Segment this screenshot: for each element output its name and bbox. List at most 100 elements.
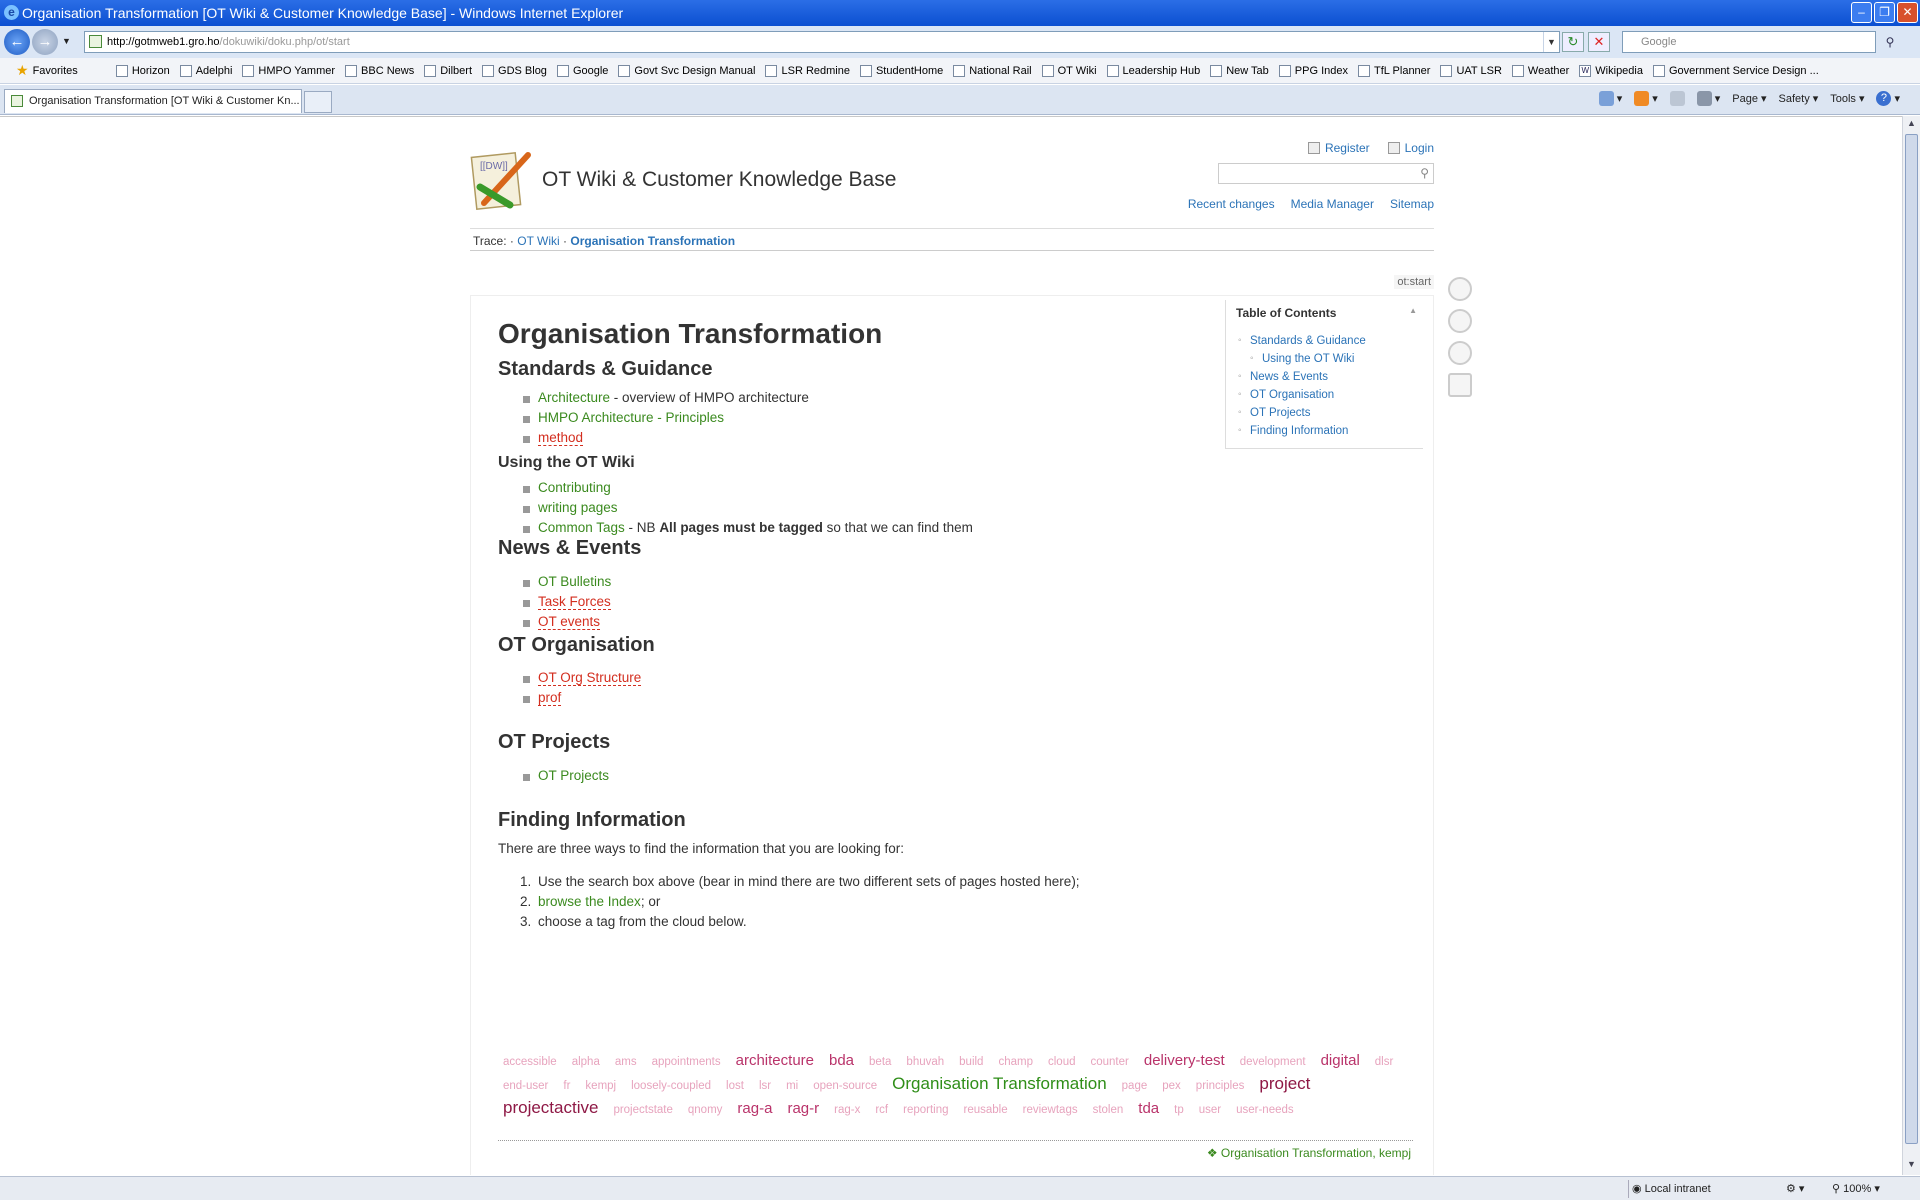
tag-link[interactable]: dlsr [1375,1051,1394,1073]
tag-link[interactable]: end-user [503,1075,548,1097]
fav-adelphi[interactable]: Adelphi [175,64,238,77]
forward-button[interactable]: → [32,29,58,55]
register-link[interactable]: Register [1307,141,1370,155]
tag-link[interactable]: counter [1091,1051,1129,1073]
toc-title[interactable]: Table of Contents [1236,306,1423,320]
tag-link[interactable]: project [1259,1073,1310,1095]
common-tags-link[interactable]: Common Tags [538,520,625,535]
tag-link[interactable]: principles [1196,1075,1245,1097]
fav-gsd[interactable]: Government Service Design ... [1648,64,1824,77]
zoom-button[interactable]: ⚲ 100% ▾ [1832,1181,1880,1197]
principles-link[interactable]: HMPO Architecture - Principles [538,410,724,425]
scroll-thumb[interactable] [1905,134,1918,1144]
wiki-search-input[interactable]: ⚲ [1218,163,1434,184]
fav-gds[interactable]: GDS Blog [477,64,552,77]
toc-item[interactable]: OT Projects [1236,404,1423,422]
search-input[interactable]: Google [1622,31,1876,53]
toc-item[interactable]: Finding Information [1236,422,1423,440]
backlinks-icon[interactable] [1448,341,1472,365]
ot-events-link[interactable]: OT events [538,614,601,630]
show-source-icon[interactable] [1448,277,1472,301]
fav-nationalrail[interactable]: National Rail [948,64,1036,77]
protected-mode-icon[interactable]: ⚙ ▾ [1786,1181,1804,1197]
page-tags-links[interactable]: Organisation Transformation, kempj [1221,1146,1411,1160]
tag-link[interactable]: tp [1174,1099,1184,1121]
fav-weather[interactable]: Weather [1507,64,1574,77]
print-button[interactable]: ▾ [1696,91,1720,106]
fav-google[interactable]: Google [552,64,613,77]
dokuwiki-logo-icon[interactable]: [[DW]] [470,147,536,211]
fav-newtab[interactable]: New Tab [1205,64,1274,77]
tag-link[interactable]: projectstate [613,1099,672,1121]
search-icon[interactable]: ⚲ [1880,32,1900,52]
maximize-button[interactable]: ❐ [1874,2,1895,23]
tag-link[interactable]: rag-a [737,1098,772,1120]
fav-govt[interactable]: Govt Svc Design Manual [613,64,760,77]
tag-link[interactable]: alpha [572,1051,600,1073]
history-dropdown-icon[interactable]: ▼ [62,36,71,46]
architecture-link[interactable]: Architecture [538,390,610,405]
projects-link[interactable]: OT Projects [538,768,609,783]
collapse-icon[interactable]: ▲ [1409,306,1417,315]
tools-menu[interactable]: Tools ▾ [1830,92,1864,106]
tag-link[interactable]: digital [1321,1050,1360,1072]
toc-item[interactable]: Using the OT Wiki [1236,350,1423,368]
tag-link[interactable]: bda [829,1050,854,1072]
tag-link[interactable]: page [1122,1075,1148,1097]
tag-link[interactable]: delivery-test [1144,1050,1225,1072]
tag-link[interactable]: pex [1162,1075,1181,1097]
fav-uatlsr[interactable]: UAT LSR [1435,64,1506,77]
address-dropdown-icon[interactable]: ▼ [1543,32,1559,52]
tag-link[interactable]: tda [1138,1098,1159,1120]
scroll-up-icon[interactable]: ▲ [1905,118,1918,132]
tag-link[interactable]: qnomy [688,1099,723,1121]
tag-link[interactable]: mi [786,1075,798,1097]
stop-button[interactable]: ✕ [1588,32,1610,52]
tag-link[interactable]: ams [615,1051,637,1073]
feeds-button[interactable]: ▾ [1634,91,1658,106]
toc-item[interactable]: OT Organisation [1236,386,1423,404]
tag-link[interactable]: rag-x [834,1099,860,1121]
org-structure-link[interactable]: OT Org Structure [538,670,642,686]
fav-horizon[interactable]: Horizon [86,64,175,77]
fav-dilbert[interactable]: Dilbert [419,64,477,77]
tag-link[interactable]: champ [998,1051,1033,1073]
tag-link[interactable]: user-needs [1236,1099,1294,1121]
tag-link[interactable]: architecture [736,1050,814,1072]
fav-wikipedia[interactable]: W Wikipedia [1574,64,1648,77]
tag-link[interactable]: build [959,1051,983,1073]
tag-link[interactable]: reusable [964,1099,1008,1121]
back-button[interactable]: ← [4,29,30,55]
vertical-scrollbar[interactable]: ▲ ▼ [1902,116,1920,1175]
close-button[interactable]: ✕ [1897,2,1918,23]
old-revisions-icon[interactable] [1448,309,1472,333]
fav-ppg[interactable]: PPG Index [1274,64,1353,77]
address-bar[interactable]: http://gotmweb1.gro.ho/dokuwiki/doku.php… [84,31,1560,53]
tag-link[interactable]: Organisation Transformation [892,1073,1107,1095]
minimize-button[interactable]: – [1851,2,1872,23]
tag-link[interactable]: cloud [1048,1051,1076,1073]
tag-link[interactable]: accessible [503,1051,557,1073]
tag-link[interactable]: open-source [813,1075,877,1097]
recent-changes-link[interactable]: Recent changes [1188,197,1275,211]
fav-redmine[interactable]: LSR Redmine [760,64,854,77]
login-link[interactable]: Login [1387,141,1434,155]
tag-link[interactable]: rag-r [787,1098,819,1120]
new-tab-button[interactable] [304,91,332,113]
fav-studenthome[interactable]: StudentHome [855,64,948,77]
task-forces-link[interactable]: Task Forces [538,594,611,610]
tag-link[interactable]: kempj [585,1075,616,1097]
prof-link[interactable]: prof [538,690,562,706]
method-link[interactable]: method [538,430,584,446]
contributing-link[interactable]: Contributing [538,480,611,495]
fav-otwiki[interactable]: OT Wiki [1037,64,1102,77]
scroll-down-icon[interactable]: ▼ [1905,1159,1918,1173]
media-manager-link[interactable]: Media Manager [1291,197,1374,211]
fav-yammer[interactable]: HMPO Yammer [237,64,340,77]
breadcrumb-ot-wiki[interactable]: OT Wiki [517,234,559,248]
fav-leadership[interactable]: Leadership Hub [1102,64,1206,77]
tag-link[interactable]: beta [869,1051,891,1073]
tag-link[interactable]: user [1199,1099,1221,1121]
site-title[interactable]: OT Wiki & Customer Knowledge Base [542,168,896,192]
back-to-top-icon[interactable] [1448,373,1472,397]
